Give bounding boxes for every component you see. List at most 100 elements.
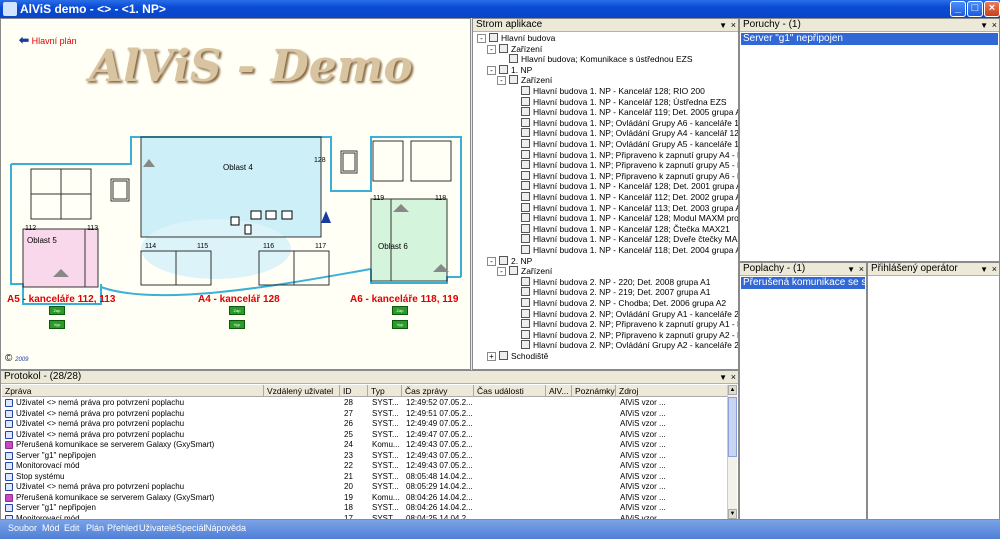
close-icon[interactable]: ×	[731, 371, 736, 383]
tree-node[interactable]: Hlavní budova	[489, 33, 555, 44]
table-row[interactable]: Stop systému 21 SYST... 08:05:48 14.04.2...…	[2, 472, 728, 482]
menu-uzivatele[interactable]: Uživatelé	[139, 523, 176, 533]
table-cell: SYST...	[372, 471, 399, 481]
table-row[interactable]: Uživatel <> nemá práva pro potvrzení pop…	[2, 398, 728, 408]
group-a4-off-button[interactable]: Vyp	[229, 320, 245, 329]
menu-napoveda[interactable]: Nápověda	[205, 523, 246, 533]
column-header[interactable]: Poznámky	[572, 385, 616, 397]
column-header[interactable]: Zdroj	[616, 385, 728, 397]
tree-node[interactable]: Hlavní budova 1. NP; Ovládání Grupy A4 -…	[521, 128, 738, 139]
table-row[interactable]: Uživatel <> nemá práva pro potvrzení pop…	[2, 482, 728, 492]
tree-node[interactable]: Hlavní budova 1. NP; Připraveno k zapnut…	[521, 149, 738, 161]
close-icon[interactable]: ×	[992, 19, 997, 31]
tree-node[interactable]: Hlavní budova 1. NP - Kancelář 128; Čteč…	[521, 223, 730, 235]
tree-node[interactable]: Hlavní budova 1. NP - Kancelář 128; Det.…	[521, 181, 738, 192]
floor-plan-drawing[interactable]	[1, 19, 471, 370]
tree-node[interactable]: Hlavní budova 2. NP; Připraveno k zapnut…	[521, 319, 738, 330]
group-a6-off-button[interactable]: Vyp	[392, 320, 408, 329]
group-a4-on-button[interactable]: Zap	[229, 306, 245, 315]
room-117: 117	[315, 243, 327, 250]
menu-mod[interactable]: Mód	[42, 523, 60, 533]
column-header[interactable]: Typ	[368, 385, 402, 397]
tree-expander[interactable]: +	[487, 352, 496, 361]
tree-node[interactable]: Hlavní budova 1. NP; Připraveno k zapnut…	[521, 170, 738, 182]
tree-node[interactable]: 2. NP	[499, 255, 532, 267]
close-icon[interactable]: ×	[859, 263, 864, 275]
tree-node[interactable]: Hlavní budova 1. NP - Kancelář 128; Modu…	[521, 213, 738, 224]
tree-node[interactable]: Hlavní budova 2. NP; Připraveno k zapnut…	[521, 329, 738, 341]
tree-node[interactable]: Zařízení	[509, 266, 552, 277]
device-icon	[521, 213, 530, 223]
column-header[interactable]: Vzdálený uživatel	[264, 385, 340, 397]
pin-icon[interactable]: ▼	[980, 264, 988, 276]
tree-node[interactable]: Hlavní budova 2. NP - 219; Det. 2007 gru…	[521, 287, 711, 298]
pin-icon[interactable]: ▼	[719, 20, 727, 32]
tree-node[interactable]: Hlavní budova 1. NP - Kancelář 128; Ústř…	[521, 96, 727, 108]
tree-node[interactable]: Hlavní budova 1. NP - Kancelář 128; Dveř…	[521, 234, 738, 245]
tree-node[interactable]: 1. NP	[499, 64, 532, 76]
menu-special[interactable]: Speciál	[176, 523, 206, 533]
maximize-button[interactable]: □	[967, 1, 983, 17]
group-a5-on-button[interactable]: Zap	[49, 306, 65, 315]
tree-node[interactable]: Hlavní budova 2. NP; Ovládání Grupy A2 -…	[521, 340, 738, 351]
pin-icon[interactable]: ▼	[847, 264, 855, 276]
pin-icon[interactable]: ▼	[980, 20, 988, 32]
scroll-down-icon[interactable]: ▼	[728, 509, 737, 519]
tree-node-label: Hlavní budova 1. NP - Kancelář 118; Det.…	[533, 245, 739, 255]
fault-item[interactable]: Server "g1" nepřipojen	[741, 33, 998, 45]
tree-expander[interactable]: -	[497, 76, 506, 86]
scroll-thumb[interactable]	[728, 397, 737, 457]
tree-node[interactable]: Hlavní budova 1. NP - Kancelář 113; Det.…	[521, 202, 738, 214]
table-row[interactable]: Server "g1" nepřipojen 23 SYST... 12:49:43 …	[2, 451, 728, 461]
tree-node[interactable]: Hlavní budova 2. NP - 220; Det. 2008 gru…	[521, 276, 711, 288]
table-row[interactable]: Uživatel <> nemá práva pro potvrzení pop…	[2, 419, 728, 429]
group-a6-on-button[interactable]: Zap	[392, 306, 408, 315]
tree-node[interactable]: Hlavní budova 1. NP; Ovládání Grupy A6 -…	[521, 117, 738, 129]
close-button[interactable]: ×	[984, 1, 1000, 17]
group-a5-off-button[interactable]: Vyp	[49, 320, 65, 329]
column-header[interactable]: AlV...	[546, 385, 572, 397]
tree-node[interactable]: Zařízení	[509, 75, 552, 86]
pin-icon[interactable]: ▼	[719, 372, 727, 384]
menu-soubor[interactable]: Soubor	[8, 523, 37, 533]
tree-node[interactable]: Schodiště	[499, 351, 548, 362]
table-row[interactable]: Přerušená komunikace se serverem Galaxy …	[2, 493, 728, 503]
log-scrollbar[interactable]: ▲ ▼	[727, 385, 737, 519]
table-row[interactable]: Přerušená komunikace se serverem Galaxy …	[2, 440, 728, 450]
tree-expander[interactable]: -	[487, 44, 496, 54]
tree-node[interactable]: Hlavní budova 1. NP - Kancelář 119; Det.…	[521, 107, 738, 118]
menu-edit[interactable]: Edit	[64, 523, 80, 533]
title-bar[interactable]: AlViS demo - <> - <1. NP> _ □ ×	[0, 0, 1000, 18]
menu-prehled[interactable]: Přehled	[107, 523, 138, 533]
table-row[interactable]: Monitorovací mód 22 SYST... 12:49:43 07.05.…	[2, 461, 728, 471]
table-row[interactable]: Uživatel <> nemá práva pro potvrzení pop…	[2, 430, 728, 440]
app-icon	[3, 2, 17, 16]
column-header[interactable]: Čas zprávy	[402, 385, 474, 397]
tree-node[interactable]: Hlavní budova 2. NP - Chodba; Det. 2006 …	[521, 298, 726, 309]
scroll-up-icon[interactable]: ▲	[728, 385, 737, 395]
table-cell: Komu...	[372, 492, 400, 502]
table-row[interactable]: Server "g1" nepřipojen 18 SYST... 08:04:26 …	[2, 503, 728, 513]
tree-expander[interactable]: -	[477, 34, 486, 43]
column-header[interactable]: ID	[340, 385, 368, 397]
alarm-item[interactable]: Přerušená komunikace se serverem G	[741, 277, 865, 289]
close-icon[interactable]: ×	[992, 263, 997, 275]
tree-node[interactable]: Hlavní budova 2. NP; Ovládání Grupy A1 -…	[521, 308, 738, 320]
menu-plan[interactable]: Plán	[86, 523, 104, 533]
tree-node[interactable]: Hlavní budova 1. NP - Kancelář 128; RIO …	[521, 86, 705, 97]
zone-6-area	[371, 199, 447, 281]
close-icon[interactable]: ×	[731, 19, 736, 31]
tree-expander[interactable]: -	[497, 267, 506, 277]
tree-node[interactable]: Hlavní budova 1. NP; Ovládání Grupy A5 -…	[521, 139, 738, 150]
tree-node[interactable]: Hlavní budova 1. NP; Připraveno k zapnut…	[521, 160, 738, 171]
tree-expander[interactable]: -	[487, 65, 496, 75]
column-header[interactable]: Zpráva	[2, 385, 264, 397]
tree-node[interactable]: Hlavní budova; Komunikace s ústřednou EZ…	[509, 54, 693, 65]
tree-expander[interactable]: -	[487, 256, 496, 266]
table-row[interactable]: Uživatel <> nemá práva pro potvrzení pop…	[2, 409, 728, 419]
tree-node[interactable]: Hlavní budova 1. NP - Kancelář 112; Det.…	[521, 192, 738, 203]
tree-node[interactable]: Hlavní budova 1. NP - Kancelář 118; Det.…	[521, 245, 739, 256]
column-header[interactable]: Čas události	[474, 385, 546, 397]
minimize-button[interactable]: _	[950, 1, 966, 17]
tree-node[interactable]: Zařízení	[499, 43, 542, 55]
